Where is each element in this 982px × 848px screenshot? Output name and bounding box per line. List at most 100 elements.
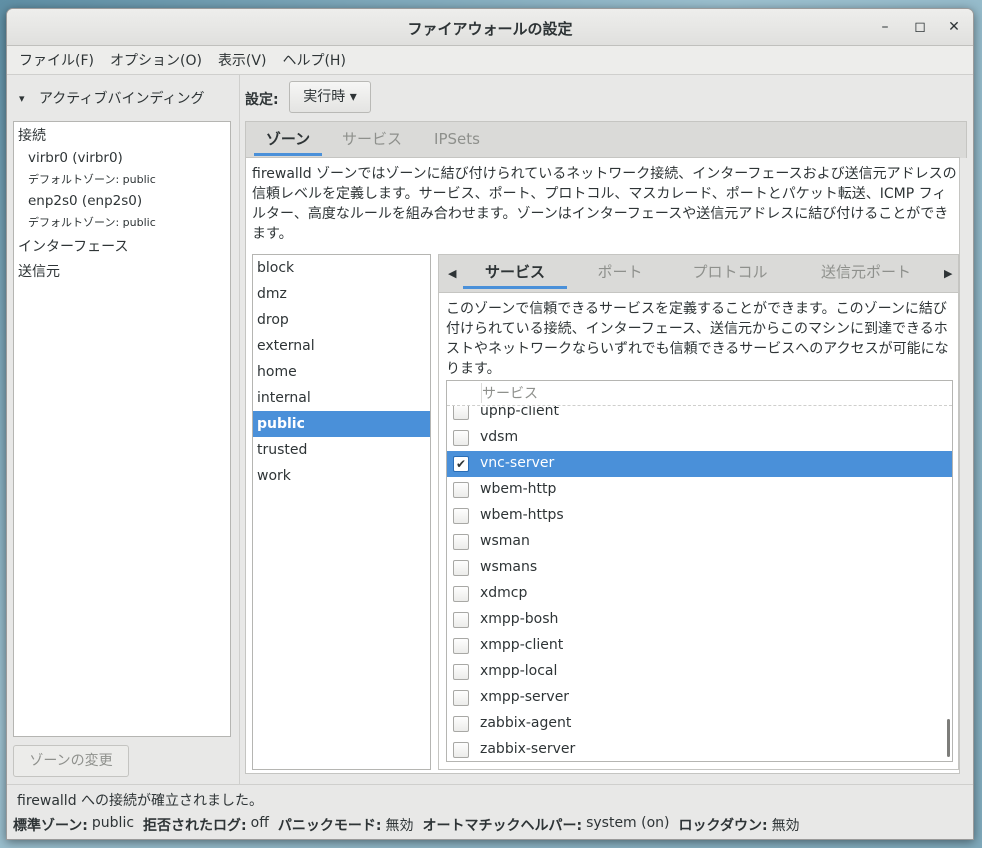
chevron-down-icon: ▾: [19, 91, 25, 105]
zone-settings: ◀ サービス ポート プロトコル 送信元ポート ▶ このゾーンで信頼できるサービ…: [438, 254, 959, 770]
status-lockdown-label: ロックダウン:: [678, 818, 768, 834]
service-name: xmpp-bosh: [480, 611, 559, 627]
zone-item-drop[interactable]: drop: [253, 307, 430, 333]
zones-page: firewalld ゾーンではゾーンに結び付けられているネットワーク接続、インタ…: [245, 157, 960, 774]
firewall-config-window: ファイアウォールの設定 – ◻ ✕ ファイル(F) オプション(O) 表示(V)…: [6, 8, 974, 840]
status-panic-mode-value: 無効: [385, 818, 414, 834]
services-description: このゾーンで信頼できるサービスを定義することができます。このゾーンに結び付けられ…: [446, 301, 949, 377]
service-name: zabbix-agent: [480, 715, 572, 731]
service-checkbox[interactable]: [453, 690, 469, 706]
zone-item-internal[interactable]: internal: [253, 385, 430, 411]
service-checkbox[interactable]: ✔: [453, 456, 469, 472]
status-panic-mode-label: パニックモード:: [277, 818, 382, 834]
configuration-dropdown[interactable]: 実行時 ▾: [289, 81, 371, 113]
service-row[interactable]: xmpp-server: [447, 685, 952, 711]
service-row[interactable]: wbem-https: [447, 503, 952, 529]
configuration-label: 設定:: [245, 92, 279, 108]
service-name: xmpp-client: [480, 637, 564, 653]
zone-item-block[interactable]: block: [253, 255, 430, 281]
menu-view[interactable]: 表示(V): [210, 50, 275, 70]
service-checkbox[interactable]: [453, 586, 469, 602]
service-checkbox[interactable]: [453, 612, 469, 628]
zone-item-public[interactable]: public: [253, 411, 430, 437]
services-column-title: サービス: [481, 383, 538, 403]
service-row[interactable]: ✔ vnc-server: [447, 451, 952, 477]
tab-zone-services[interactable]: サービス: [463, 255, 567, 289]
service-row[interactable]: xmpp-bosh: [447, 607, 952, 633]
services-column-header[interactable]: サービス: [447, 381, 952, 406]
tab-zones[interactable]: ゾーン: [254, 122, 322, 156]
service-name: vdsm: [480, 429, 519, 445]
zone-description: firewalld ゾーンではゾーンに結び付けられているネットワーク接続、インタ…: [252, 166, 957, 242]
service-row[interactable]: wbem-http: [447, 477, 952, 503]
service-row[interactable]: vdsm: [447, 425, 952, 451]
menu-file[interactable]: ファイル(F): [11, 50, 102, 70]
service-name: wsmans: [480, 559, 538, 575]
tab-ipsets[interactable]: IPSets: [424, 122, 490, 156]
menu-options[interactable]: オプション(O): [102, 50, 210, 70]
tab-zone-source-ports[interactable]: 送信元ポート: [811, 255, 921, 289]
tab-services[interactable]: サービス: [334, 122, 410, 156]
tab-scroll-left-icon[interactable]: ◀: [448, 255, 456, 292]
service-checkbox[interactable]: [453, 482, 469, 498]
status-message: firewalld への接続が確立されました。: [17, 793, 264, 809]
service-checkbox[interactable]: [453, 560, 469, 576]
service-row[interactable]: wsmans: [447, 555, 952, 581]
change-zone-button[interactable]: ゾーンの変更: [13, 745, 129, 777]
status-auto-helpers-label: オートマチックヘルパー:: [422, 818, 583, 834]
zone-item-external[interactable]: external: [253, 333, 430, 359]
tree-connections[interactable]: 接続: [18, 125, 46, 145]
service-checkbox[interactable]: [453, 508, 469, 524]
menu-bar: ファイル(F) オプション(O) 表示(V) ヘルプ(H): [7, 46, 973, 75]
service-row[interactable]: xmpp-client: [447, 633, 952, 659]
service-row[interactable]: zabbix-server: [447, 737, 952, 761]
service-checkbox[interactable]: [453, 638, 469, 654]
service-row[interactable]: xmpp-local: [447, 659, 952, 685]
status-summary: 標準ゾーン: public 拒否されたログ: off パニックモード: 無効 オ…: [13, 815, 809, 835]
title-bar: ファイアウォールの設定 – ◻ ✕: [7, 9, 973, 46]
tab-zone-protocols[interactable]: プロトコル: [683, 255, 777, 289]
zone-item-trusted[interactable]: trusted: [253, 437, 430, 463]
service-checkbox[interactable]: [453, 534, 469, 550]
tab-scroll-right-icon[interactable]: ▶: [944, 255, 952, 292]
zone-item-work[interactable]: work: [253, 463, 430, 489]
window-title: ファイアウォールの設定: [407, 20, 573, 38]
zone-item-home[interactable]: home: [253, 359, 430, 385]
service-name: wbem-http: [480, 481, 557, 497]
service-name: zabbix-server: [480, 741, 576, 757]
service-checkbox[interactable]: [453, 430, 469, 446]
menu-help[interactable]: ヘルプ(H): [274, 50, 353, 70]
checkmark-icon: ✔: [455, 457, 467, 471]
zone-list: block dmz drop external home internal pu…: [252, 254, 431, 770]
service-checkbox[interactable]: [453, 664, 469, 680]
tree-connection-enp2s0[interactable]: enp2s0 (enp2s0): [28, 193, 142, 209]
config-panel: 設定: 実行時 ▾ ゾーン サービス IPSets firewalld ゾーンで…: [240, 74, 973, 784]
active-bindings-panel: ▾ アクティブバインディング 接続 virbr0 (virbr0) デフォルトゾ…: [7, 74, 239, 784]
tab-zone-ports[interactable]: ポート: [585, 255, 655, 289]
service-checkbox[interactable]: [453, 716, 469, 732]
tree-connection-zone: デフォルトゾーン: public: [28, 216, 156, 229]
service-checkbox[interactable]: [453, 404, 469, 420]
tree-connection-virbr0[interactable]: virbr0 (virbr0): [28, 150, 123, 166]
minimize-button[interactable]: –: [875, 17, 895, 37]
status-default-zone-label: 標準ゾーン:: [13, 818, 88, 834]
status-log-denied-label: 拒否されたログ:: [143, 818, 247, 834]
active-bindings-toggle[interactable]: ▾ アクティブバインディング: [19, 88, 204, 108]
status-default-zone-value: public: [91, 815, 135, 831]
tree-connection-zone: デフォルトゾーン: public: [28, 173, 156, 186]
tree-interfaces[interactable]: インターフェース: [18, 236, 128, 256]
status-log-denied-value: off: [250, 815, 269, 831]
maximize-button[interactable]: ◻: [910, 17, 930, 37]
zone-item-dmz[interactable]: dmz: [253, 281, 430, 307]
tree-sources[interactable]: 送信元: [18, 261, 60, 281]
services-scrollbar[interactable]: [947, 719, 950, 757]
service-row[interactable]: wsman: [447, 529, 952, 555]
service-name: wbem-https: [480, 507, 564, 523]
status-lockdown-value: 無効: [771, 818, 800, 834]
service-checkbox[interactable]: [453, 742, 469, 758]
close-button[interactable]: ✕: [944, 17, 964, 37]
service-row[interactable]: xdmcp: [447, 581, 952, 607]
service-name: wsman: [480, 533, 530, 549]
service-row[interactable]: zabbix-agent: [447, 711, 952, 737]
service-name: xmpp-local: [480, 663, 558, 679]
